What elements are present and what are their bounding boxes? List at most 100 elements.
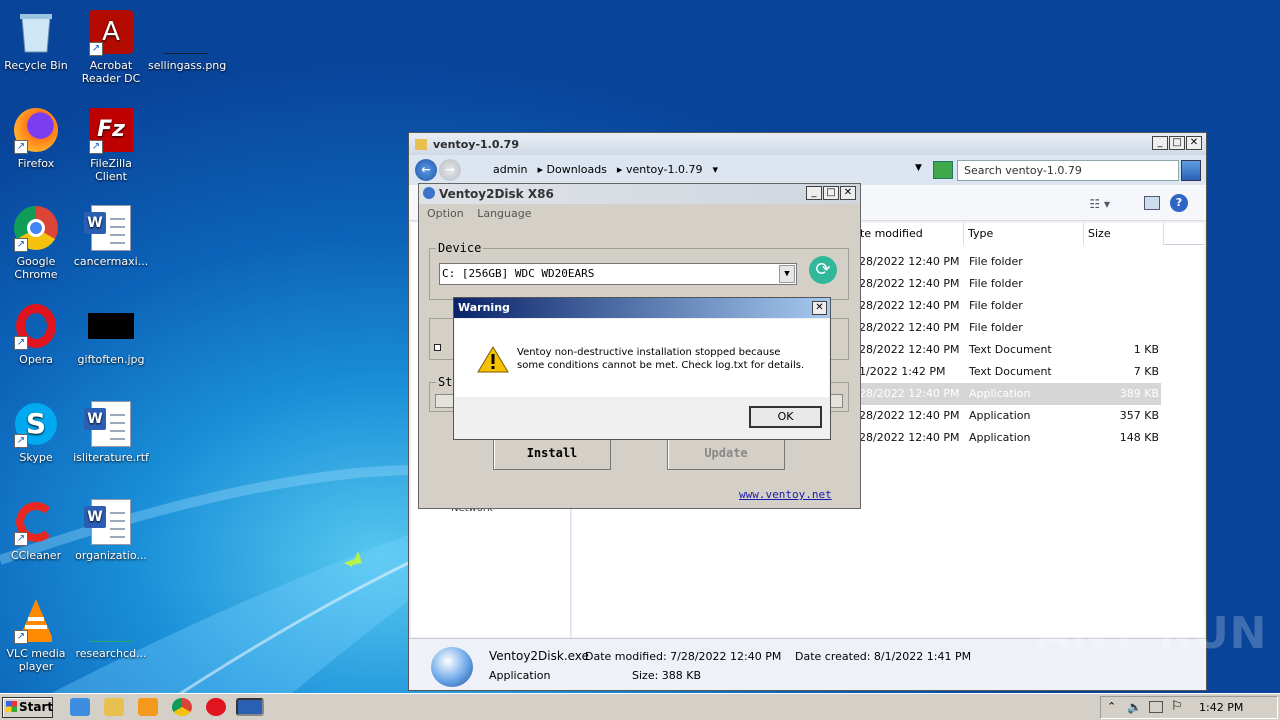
cell-size: 1 KB	[1133, 343, 1159, 356]
filezilla-icon: Fz ↗	[87, 106, 135, 154]
back-button[interactable]: ←	[415, 159, 437, 181]
refresh-device-icon[interactable]: ⟳	[809, 256, 837, 284]
desktop-icon-firefox[interactable]: ↗ Firefox	[0, 106, 74, 170]
table-row[interactable]: 28/2022 12:40 PM File folder	[849, 317, 1161, 339]
ok-button[interactable]: OK	[749, 406, 822, 428]
volume-icon[interactable]: 🔈	[1127, 700, 1142, 714]
warning-body: Ventoy non-destructive installation stop…	[455, 319, 829, 397]
windows-logo-icon	[6, 701, 17, 712]
desktop-icon-cancermaxi[interactable]: cancermaxi...	[73, 204, 149, 268]
view-options-icon[interactable]: ☷ ▾	[1089, 197, 1110, 211]
cell-size: 357 KB	[1119, 409, 1159, 422]
table-row[interactable]: 28/2022 12:40 PM Text Document 1 KB	[849, 339, 1161, 361]
search-icon[interactable]	[1181, 160, 1201, 181]
warning-dialog[interactable]: Warning ✕ Ventoy non-destructive install…	[453, 297, 831, 440]
cell-type: Application	[969, 431, 1031, 444]
desktop-icon-label: Opera	[19, 353, 53, 366]
column-header-size[interactable]: Size	[1084, 223, 1164, 245]
close-button[interactable]: ✕	[1186, 136, 1202, 150]
file-icon	[87, 596, 135, 644]
ventoy-titlebar[interactable]: Ventoy2Disk X86	[419, 184, 860, 204]
desktop-icon-acrobat[interactable]: A ↗ Acrobat Reader DC	[73, 8, 149, 85]
forward-button[interactable]: →	[439, 159, 461, 181]
image-file-icon	[162, 8, 210, 56]
device-label: Device	[436, 241, 484, 255]
minimize-button[interactable]: _	[1152, 136, 1168, 150]
ventoy-website-link[interactable]: www.ventoy.net	[739, 488, 832, 501]
table-row[interactable]: 28/2022 12:40 PM Application 357 KB	[849, 405, 1161, 427]
ventoy-app-icon	[423, 187, 435, 199]
ventoy-minimize-button[interactable]: _	[806, 186, 822, 200]
action-center-flag-icon[interactable]: ⚐	[1171, 699, 1183, 714]
network-icon[interactable]	[1149, 701, 1163, 713]
desktop-icon-vlc[interactable]: ↗ VLC media player	[0, 596, 74, 673]
menu-language[interactable]: Language	[477, 207, 531, 220]
desktop-icon-label: researchcd...	[75, 647, 147, 660]
details-size: Size: 388 KB	[632, 669, 702, 682]
desktop-icon-chrome[interactable]: ↗ Google Chrome	[0, 204, 74, 281]
desktop-icon-ccleaner[interactable]: ↗ CCleaner	[0, 498, 74, 562]
cell-type: Application	[969, 387, 1031, 400]
chrome-taskbar-icon[interactable]	[172, 698, 192, 716]
acrobat-icon: A ↗	[87, 8, 135, 56]
table-row[interactable]: 28/2022 12:40 PM File folder	[849, 273, 1161, 295]
desktop-icon-researchcd[interactable]: researchcd...	[73, 596, 149, 660]
address-dropdown-icon[interactable]: ▼	[915, 163, 922, 173]
table-row[interactable]: 28/2022 12:40 PM File folder	[849, 295, 1161, 317]
cell-size: 7 KB	[1133, 365, 1159, 378]
menu-option[interactable]: Option	[427, 207, 464, 220]
table-row[interactable]: 28/2022 12:40 PM File folder	[849, 251, 1161, 273]
refresh-icon[interactable]	[933, 161, 953, 179]
ventoy-taskbar-icon[interactable]	[236, 698, 264, 716]
warning-close-button[interactable]: ✕	[812, 301, 827, 315]
table-row[interactable]: 28/2022 12:40 PM Application 148 KB	[849, 427, 1161, 449]
start-button[interactable]: Start	[2, 697, 53, 718]
breadcrumb-item[interactable]: admin	[493, 163, 527, 176]
desktop-icon-organization[interactable]: organizatio...	[73, 498, 149, 562]
breadcrumb-item[interactable]: Downloads	[547, 163, 607, 176]
column-header-date[interactable]: te modified	[856, 223, 964, 245]
desktop-icon-filezilla[interactable]: Fz ↗ FileZilla Client	[73, 106, 149, 183]
clock[interactable]: 1:42 PM	[1199, 701, 1243, 714]
explorer-titlebar[interactable]: ventoy-1.0.79	[409, 133, 1206, 155]
media-player-taskbar-icon[interactable]	[138, 698, 158, 716]
ventoy-maximize-button[interactable]: □	[823, 186, 839, 200]
start-label: Start	[19, 700, 54, 714]
desktop-icon-label: organizatio...	[75, 549, 147, 562]
opera-taskbar-icon[interactable]	[206, 698, 226, 716]
warning-message: Ventoy non-destructive installation stop…	[517, 347, 805, 371]
desktop-icon-skype[interactable]: S ↗ Skype	[0, 400, 74, 464]
install-button[interactable]: Install	[493, 436, 611, 470]
show-hidden-icons[interactable]: ⌃	[1107, 700, 1116, 713]
chevron-down-icon[interactable]: ▼	[779, 265, 795, 283]
cell-date: 28/2022 12:40 PM	[859, 321, 960, 334]
breadcrumb[interactable]: admin ▸ Downloads ▸ ventoy-1.0.79 ▾	[493, 155, 718, 185]
desktop-icon-sellingass[interactable]: sellingass.png	[148, 8, 227, 72]
ccleaner-icon: ↗	[12, 498, 60, 546]
column-header-type[interactable]: Type	[964, 223, 1084, 245]
preview-pane-icon[interactable]	[1144, 196, 1160, 210]
maximize-button[interactable]: □	[1169, 136, 1185, 150]
secure-boot-checkbox[interactable]	[434, 344, 441, 351]
details-filename: Ventoy2Disk.exe	[489, 649, 589, 663]
folder-icon	[415, 138, 427, 150]
desktop-icon-isliterature[interactable]: isliterature.rtf	[73, 400, 149, 464]
explorer-taskbar-icon[interactable]	[104, 698, 124, 716]
anyrun-watermark: ANY RUN	[1036, 608, 1268, 659]
warning-icon	[477, 346, 509, 373]
desktop-icon-giftoften[interactable]: giftoften.jpg	[73, 302, 149, 366]
breadcrumb-item[interactable]: ventoy-1.0.79	[626, 163, 703, 176]
desktop-icon-label: sellingass.png	[148, 59, 227, 72]
desktop-icon-opera[interactable]: ↗ Opera	[0, 302, 74, 366]
search-input[interactable]: Search ventoy-1.0.79	[957, 160, 1179, 181]
ventoy-close-button[interactable]: ✕	[840, 186, 856, 200]
desktop-icon-recycle-bin[interactable]: Recycle Bin	[0, 8, 74, 72]
table-row[interactable]: 28/2022 12:40 PM Application 389 KB	[849, 383, 1161, 405]
table-row[interactable]: 1/2022 1:42 PM Text Document 7 KB	[849, 361, 1161, 383]
help-icon[interactable]: ?	[1170, 194, 1188, 212]
application-icon	[431, 647, 473, 687]
ie-taskbar-icon[interactable]	[70, 698, 90, 716]
device-select[interactable]: C: [256GB] WDC WD20EARS ▼	[439, 263, 797, 285]
desktop-icon-label: FileZilla Client	[90, 157, 132, 183]
update-button[interactable]: Update	[667, 436, 785, 470]
